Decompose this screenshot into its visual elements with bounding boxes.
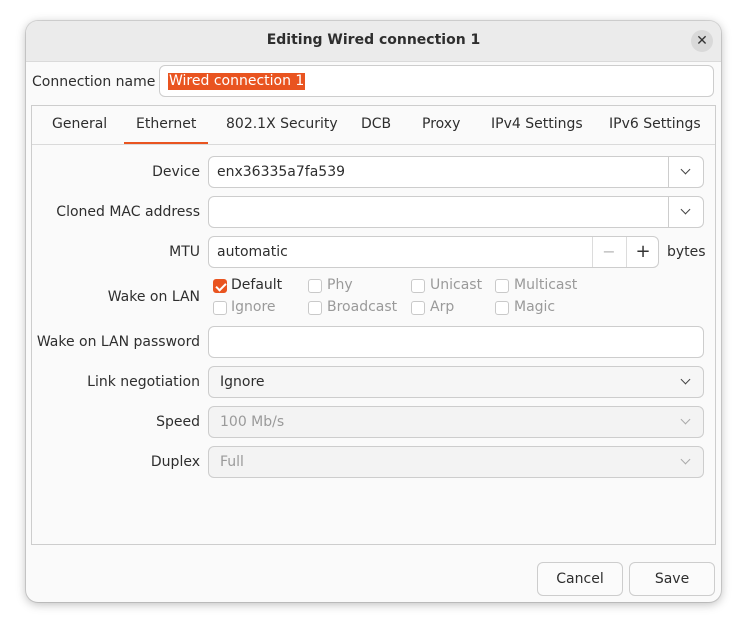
mtu-label: MTU <box>169 244 200 260</box>
mtu-value: automatic <box>217 244 288 260</box>
tab-bar: General Ethernet 802.1X Security DCB Pro… <box>32 106 715 145</box>
chevron-down-icon[interactable] <box>682 206 690 214</box>
wol-arp-label: Arp <box>430 299 455 315</box>
wol-magic-label: Magic <box>514 299 556 315</box>
device-label: Device <box>152 164 200 180</box>
chevron-down-icon <box>682 376 690 384</box>
title-bar[interactable]: Editing Wired connection 1 ✕ <box>26 21 721 62</box>
connection-name-input[interactable]: Wired connection 1 <box>159 65 714 97</box>
mtu-spinbutton[interactable]: automatic − + <box>208 236 659 268</box>
connection-name-value: Wired connection 1 <box>168 73 306 90</box>
tab-ipv6-settings[interactable]: IPv6 Settings <box>609 116 701 132</box>
chevron-down-icon <box>682 416 690 424</box>
save-button[interactable]: Save <box>629 562 715 596</box>
tab-proxy[interactable]: Proxy <box>422 116 460 132</box>
dialog-window: Editing Wired connection 1 ✕ Connection … <box>26 21 721 602</box>
wol-phy-checkbox[interactable] <box>308 279 322 293</box>
link-negotiation-dropdown[interactable]: Ignore <box>208 366 704 398</box>
tab-ipv4-settings[interactable]: IPv4 Settings <box>491 116 583 132</box>
wol-unicast-label: Unicast <box>430 277 483 293</box>
device-combo[interactable]: enx36335a7fa539 <box>208 156 704 188</box>
wol-ignore-checkbox[interactable] <box>213 301 227 315</box>
mtu-decrement-button[interactable]: − <box>593 237 625 267</box>
window-title: Editing Wired connection 1 <box>266 32 481 48</box>
speed-label: Speed <box>156 414 200 430</box>
cloned-mac-combo[interactable] <box>208 196 704 228</box>
link-negotiation-label: Link negotiation <box>87 374 200 390</box>
connection-name-label: Connection name <box>32 74 156 90</box>
wol-ignore-label: Ignore <box>231 299 276 315</box>
wol-default-checkbox[interactable] <box>213 279 227 293</box>
wol-password-input[interactable] <box>208 326 704 358</box>
wol-password-label: Wake on LAN password <box>36 334 200 350</box>
duplex-label: Duplex <box>150 454 200 470</box>
tab-dcb[interactable]: DCB <box>361 116 391 132</box>
tab-8021x-security[interactable]: 802.1X Security <box>226 116 338 132</box>
wol-default-label: Default <box>231 277 283 293</box>
cloned-mac-label: Cloned MAC address <box>56 204 200 220</box>
chevron-down-icon[interactable] <box>682 166 690 174</box>
duplex-dropdown: Full <box>208 446 704 478</box>
wol-broadcast-label: Broadcast <box>327 299 398 315</box>
cancel-button[interactable]: Cancel <box>537 562 623 596</box>
mtu-increment-button[interactable]: + <box>627 237 659 267</box>
device-value: enx36335a7fa539 <box>217 164 346 180</box>
wol-multicast-checkbox[interactable] <box>495 279 509 293</box>
settings-notebook: General Ethernet 802.1X Security DCB Pro… <box>31 105 716 545</box>
wake-on-lan-label: Wake on LAN <box>107 289 200 305</box>
mtu-unit-label: bytes <box>667 244 706 260</box>
speed-dropdown: 100 Mb/s <box>208 406 704 438</box>
chevron-down-icon <box>682 456 690 464</box>
close-button[interactable]: ✕ <box>691 30 713 52</box>
wol-broadcast-checkbox[interactable] <box>308 301 322 315</box>
tab-general[interactable]: General <box>52 116 107 132</box>
duplex-value: Full <box>220 454 244 470</box>
wol-phy-label: Phy <box>327 277 353 293</box>
speed-value: 100 Mb/s <box>220 414 285 430</box>
close-icon: ✕ <box>696 33 708 49</box>
link-negotiation-value: Ignore <box>220 374 265 390</box>
tab-ethernet[interactable]: Ethernet <box>123 116 209 144</box>
wol-arp-checkbox[interactable] <box>411 301 425 315</box>
wol-unicast-checkbox[interactable] <box>411 279 425 293</box>
wol-multicast-label: Multicast <box>514 277 578 293</box>
wol-magic-checkbox[interactable] <box>495 301 509 315</box>
